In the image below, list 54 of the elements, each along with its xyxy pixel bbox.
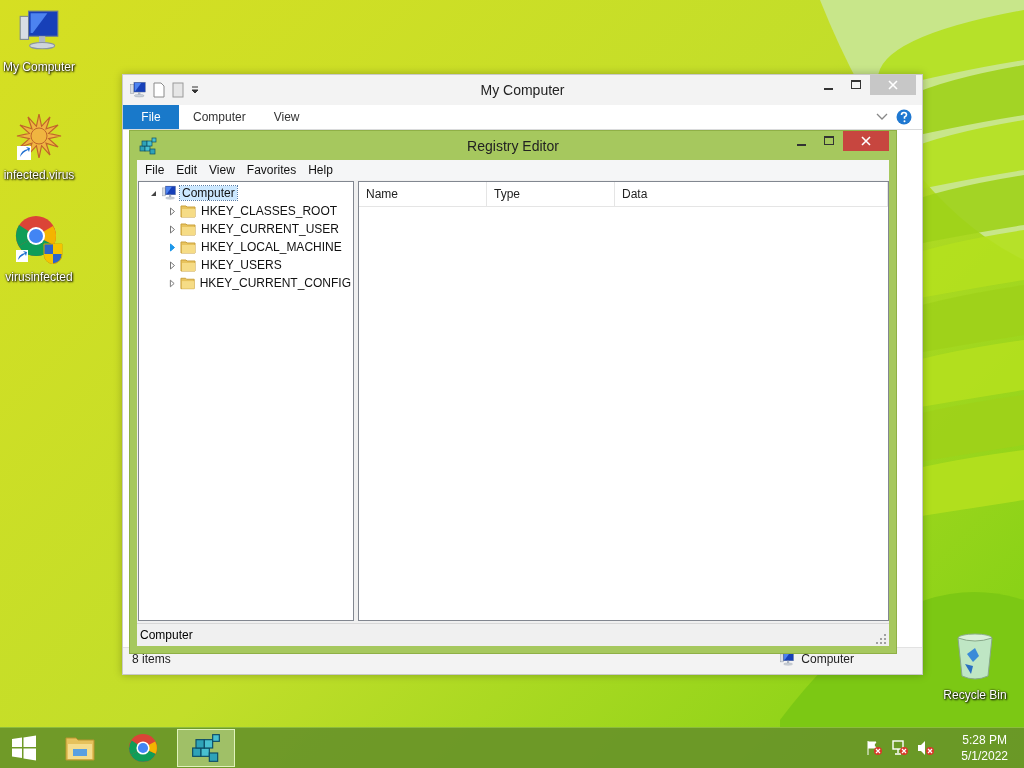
folder-icon	[180, 240, 196, 254]
expander-icon[interactable]	[168, 206, 177, 216]
network-alert-icon[interactable]	[891, 740, 910, 756]
maximize-icon	[850, 80, 862, 90]
folder-icon	[64, 734, 96, 762]
flag-alert-icon[interactable]	[865, 740, 884, 756]
tree-item[interactable]: Computer	[180, 186, 237, 200]
status-path: Computer	[140, 628, 193, 642]
close-icon	[861, 136, 871, 146]
ribbon-tab[interactable]: View	[259, 105, 314, 129]
tree-item[interactable]: HKEY_CURRENT_USER	[199, 222, 342, 236]
star-shortcut-icon	[15, 112, 63, 162]
recycle-bin-icon	[955, 632, 995, 682]
tree-item[interactable]: HKEY_USERS	[199, 258, 284, 272]
tree-item[interactable]: HKEY_CURRENT_CONFIG	[197, 276, 353, 290]
location-label: Computer	[801, 652, 854, 666]
help-icon[interactable]	[896, 109, 912, 125]
column-header[interactable]: Name	[359, 182, 487, 206]
tree-item[interactable]: HKEY_LOCAL_MACHINE	[199, 240, 344, 254]
column-header[interactable]: Type	[487, 182, 615, 206]
close-icon	[888, 80, 898, 90]
browser-shortcut-icon	[14, 214, 64, 264]
computer-icon	[161, 185, 177, 201]
folder-icon	[179, 276, 195, 290]
dropdown-icon[interactable]	[190, 85, 200, 95]
registry-cubes-icon	[139, 136, 157, 155]
folder-icon	[180, 204, 196, 218]
minimize-icon	[796, 143, 806, 146]
maximize-icon	[823, 136, 835, 146]
ribbon-tab[interactable]: File	[123, 105, 179, 129]
menu-item[interactable]: View	[203, 163, 241, 177]
speaker-muted-icon[interactable]	[917, 740, 936, 756]
registry-cubes-icon	[191, 733, 221, 763]
resize-grip-icon[interactable]	[876, 634, 886, 644]
expander-icon[interactable]	[168, 224, 177, 234]
menu-item[interactable]: Favorites	[240, 163, 303, 177]
chevron-down-icon[interactable]	[876, 113, 888, 121]
column-header[interactable]: Data	[615, 182, 888, 206]
window-title: My Computer	[480, 82, 565, 98]
menu-item[interactable]: File	[139, 163, 171, 177]
window-title: Registry Editor	[467, 137, 559, 154]
taskbar-app-button[interactable]	[177, 729, 235, 767]
folder-icon	[180, 222, 196, 236]
minimize-icon	[823, 87, 833, 90]
tree-item[interactable]: HKEY_CLASSES_ROOT	[199, 204, 340, 218]
folder-icon	[180, 258, 196, 272]
windows-logo-icon	[11, 735, 37, 761]
menu-item[interactable]: Help	[302, 163, 339, 177]
item-count: 8 items	[132, 652, 171, 666]
chrome-icon	[128, 733, 158, 763]
expander-icon[interactable]	[168, 260, 177, 270]
menu-item[interactable]: Edit	[170, 163, 204, 177]
computer-icon	[129, 81, 147, 99]
ribbon-tab[interactable]: Computer	[179, 105, 260, 129]
